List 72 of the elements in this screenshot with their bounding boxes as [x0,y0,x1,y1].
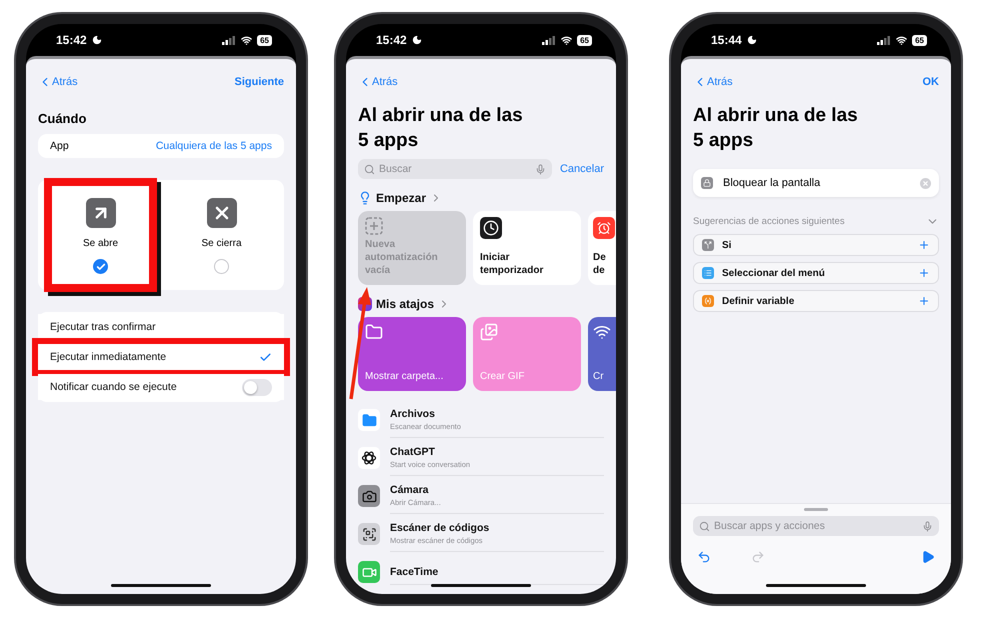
app-row[interactable]: App Cualquiera de las 5 apps [38,134,284,158]
next-link[interactable]: Siguiente [234,76,284,88]
moon-icon [412,35,422,45]
radio-button[interactable] [214,259,229,274]
suggestion-item[interactable]: Si [693,234,939,256]
suggestions-title: Sugerencias de acciones siguientes [693,216,845,227]
dashed-plus-icon [365,217,383,235]
folder-icon [365,323,383,341]
checkmark-icon [96,262,106,272]
signal-icon [542,36,556,44]
app-name[interactable]: Escáner de códigos [390,522,604,534]
section-title[interactable]: Mis atajos [376,297,434,311]
screen-title: Al abrir una de las 5 apps [358,104,524,153]
wifi-icon [896,34,908,46]
microphone-icon[interactable] [534,164,546,174]
wifi-icon [561,34,572,46]
undo-icon[interactable] [697,550,711,564]
battery-percentage: 65 [912,34,927,46]
signal-icon [877,36,892,44]
plus-icon[interactable] [918,295,930,307]
plus-icon[interactable] [918,267,930,279]
moon-icon [746,35,757,45]
wifi-icon [593,323,611,341]
logo-icon [358,447,380,469]
app-name[interactable]: ChatGPT [390,446,604,458]
suggestion-item[interactable]: Definir variable [693,290,939,312]
option-row[interactable]: Ejecutar tras confirmar [38,314,284,340]
clock-icon [480,217,502,239]
search-icon [364,164,375,174]
battery-percentage: 65 [577,34,592,46]
section-heading: Cuándo [38,111,88,126]
back-link[interactable]: Atrás [358,75,398,89]
start-card[interactable]: De de [588,211,616,285]
shortcut-card[interactable]: Mostrar carpeta... [358,317,466,391]
grabber-handle[interactable] [804,508,828,511]
alarm-icon [593,217,615,239]
plus-icon[interactable] [918,239,930,251]
toggle-switch[interactable] [242,378,272,396]
gif-icon [480,323,498,341]
back-link[interactable]: Atrás [38,75,78,89]
signal-icon [222,36,236,44]
section-title[interactable]: Empezar [376,191,426,205]
app-name[interactable]: FaceTime [390,566,604,578]
folder-icon [358,409,380,431]
qr-scan-icon [358,523,380,545]
video-camera-icon [358,561,380,583]
start-card[interactable]: Iniciar temporizador [473,211,581,285]
suggestion-item[interactable]: Seleccionar del menú [693,262,939,284]
event-option[interactable]: Se abre [52,186,149,284]
lightbulb-icon [358,191,372,205]
play-icon[interactable] [921,550,935,564]
app-name[interactable]: Cámara [390,484,604,496]
wifi-icon [241,34,252,46]
action-card[interactable]: Bloquear la pantalla [693,169,939,197]
back-link[interactable]: Atrás [693,75,733,89]
battery-percentage: 65 [257,34,272,46]
status-time: 15:44 [711,33,742,47]
radio-button[interactable] [93,259,108,274]
clear-icon[interactable] [920,178,931,188]
cancel-link[interactable]: Cancelar [560,163,604,175]
screen-title: Al abrir una de las 5 apps [693,104,859,153]
status-time: 15:42 [56,33,87,47]
camera-icon [358,485,380,507]
ok-link[interactable]: OK [922,76,939,88]
shortcut-card[interactable]: Cr [588,317,616,391]
search-icon [699,520,710,532]
microphone-icon[interactable] [922,520,933,532]
lock-icon [701,177,713,189]
status-time: 15:42 [376,33,407,47]
x-icon [206,198,236,228]
moon-icon [92,35,102,45]
app-name[interactable]: Archivos [390,408,604,420]
